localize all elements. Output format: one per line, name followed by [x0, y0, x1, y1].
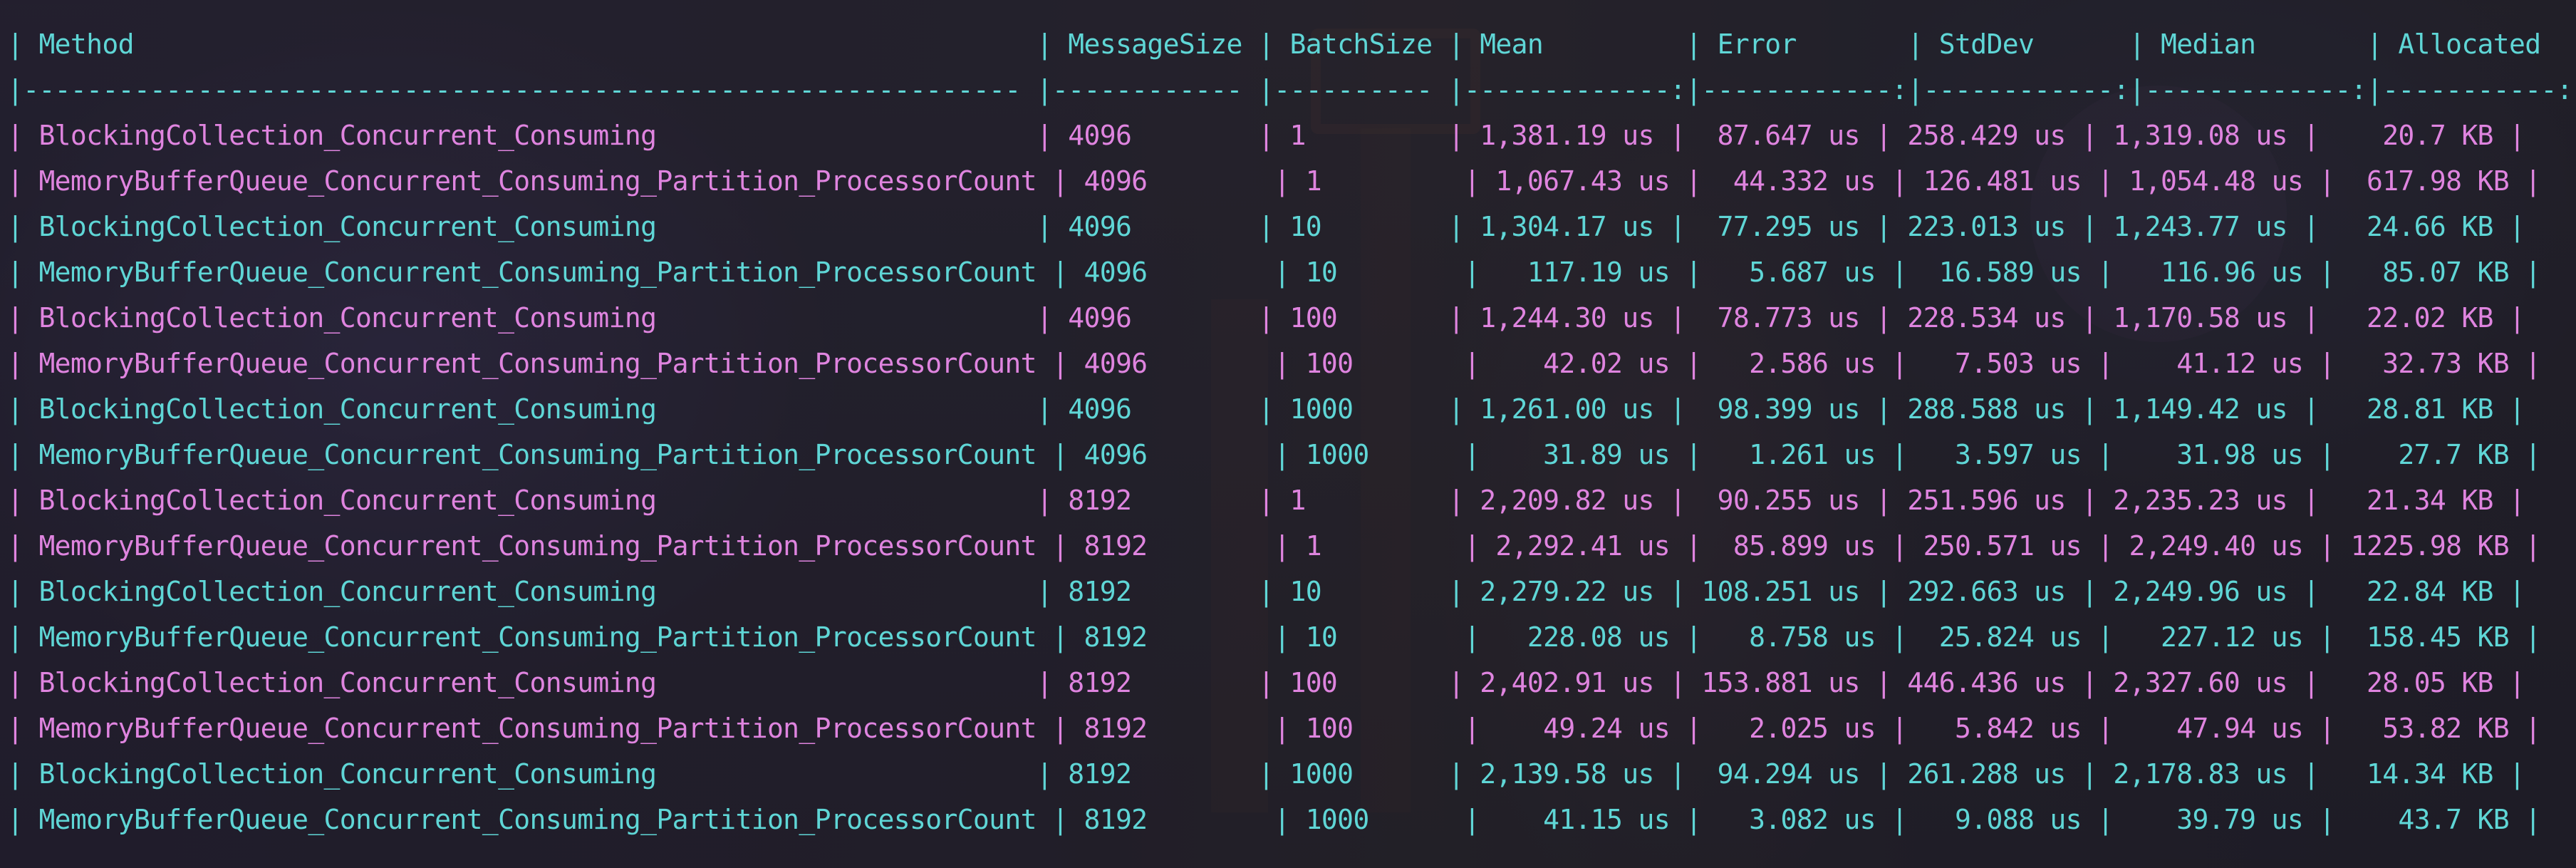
table-row: | MemoryBufferQueue_Concurrent_Consuming… [7, 257, 2541, 288]
table-row: | MemoryBufferQueue_Concurrent_Consuming… [7, 621, 2541, 653]
table-header-row: | Method | MessageSize | BatchSize | Mea… [7, 29, 2576, 60]
table-row: | BlockingCollection_Concurrent_Consumin… [7, 393, 2525, 425]
table-row: | MemoryBufferQueue_Concurrent_Consuming… [7, 348, 2541, 379]
terminal-window[interactable]: | Method | MessageSize | BatchSize | Mea… [0, 0, 2576, 868]
table-row: | MemoryBufferQueue_Concurrent_Consuming… [7, 530, 2541, 562]
table-row: | BlockingCollection_Concurrent_Consumin… [7, 120, 2525, 151]
table-row: | MemoryBufferQueue_Concurrent_Consuming… [7, 165, 2541, 197]
table-row: | MemoryBufferQueue_Concurrent_Consuming… [7, 439, 2541, 470]
table-body: | BlockingCollection_Concurrent_Consumin… [7, 113, 2576, 842]
table-row: | BlockingCollection_Concurrent_Consumin… [7, 667, 2525, 698]
table-row: | BlockingCollection_Concurrent_Consumin… [7, 576, 2525, 607]
table-row: | MemoryBufferQueue_Concurrent_Consuming… [7, 804, 2541, 835]
table-row: | BlockingCollection_Concurrent_Consumin… [7, 211, 2525, 242]
table-row: | MemoryBufferQueue_Concurrent_Consuming… [7, 713, 2541, 744]
table-row: | BlockingCollection_Concurrent_Consumin… [7, 485, 2525, 516]
benchmark-results-table: | Method | MessageSize | BatchSize | Mea… [7, 21, 2576, 842]
table-separator-row: |---------------------------------------… [7, 74, 2576, 105]
table-row: | BlockingCollection_Concurrent_Consumin… [7, 302, 2525, 334]
table-row: | BlockingCollection_Concurrent_Consumin… [7, 758, 2525, 790]
